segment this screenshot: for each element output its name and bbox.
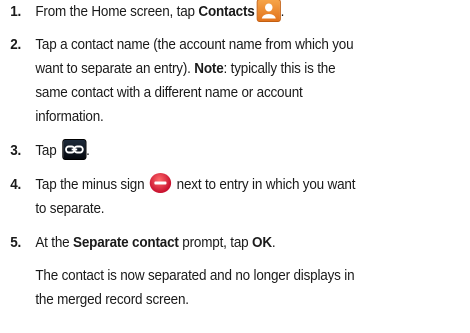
step-text-end: . <box>280 4 285 20</box>
step-text: Tap the minus sign <box>35 177 149 193</box>
instruction-page: 1. From the Home screen, tap Contacts . … <box>0 0 470 333</box>
step-number: 3. <box>10 143 22 159</box>
step-number: 2. <box>10 37 22 53</box>
step-text: Tap <box>35 143 61 159</box>
separate-contact-label: Separate contact <box>73 235 179 251</box>
contacts-icon <box>256 0 281 22</box>
step-text-line: Tap a contact name (the account name fro… <box>35 37 354 53</box>
step-text-line: same contact with a different name or ac… <box>35 85 303 101</box>
step-text: want to separate an entry). <box>35 61 195 77</box>
step-text-line: to separate. <box>35 201 105 217</box>
step-text-end: . <box>86 143 90 159</box>
ok-label: OK <box>252 235 272 251</box>
step-text: : typically this is the <box>223 61 336 77</box>
step-text: At the <box>35 235 74 251</box>
result-text-line: the merged record screen. <box>35 292 189 308</box>
link-icon <box>61 138 87 160</box>
note-label: Note <box>194 61 224 77</box>
step-text-line: Tap the minus sign next to entry in whic… <box>35 173 465 197</box>
step-text: . <box>271 235 276 251</box>
contacts-label: Contacts <box>198 4 255 20</box>
step-text: prompt, tap <box>178 235 253 251</box>
step-number: 4. <box>10 177 22 193</box>
step-text: next to entry in which you want <box>173 177 356 193</box>
step-text: From the Home screen, tap <box>35 4 199 20</box>
minus-sign-icon <box>149 173 172 194</box>
result-text-line: The contact is now separated and no long… <box>35 268 355 284</box>
step-number: 1. <box>10 4 22 20</box>
step-text-line: information. <box>35 109 104 125</box>
step-text-line: At the Separate contact prompt, tap OK. <box>35 231 465 255</box>
step-number: 5. <box>10 235 22 251</box>
step-text-line: want to separate an entry). Note: typica… <box>35 57 465 81</box>
